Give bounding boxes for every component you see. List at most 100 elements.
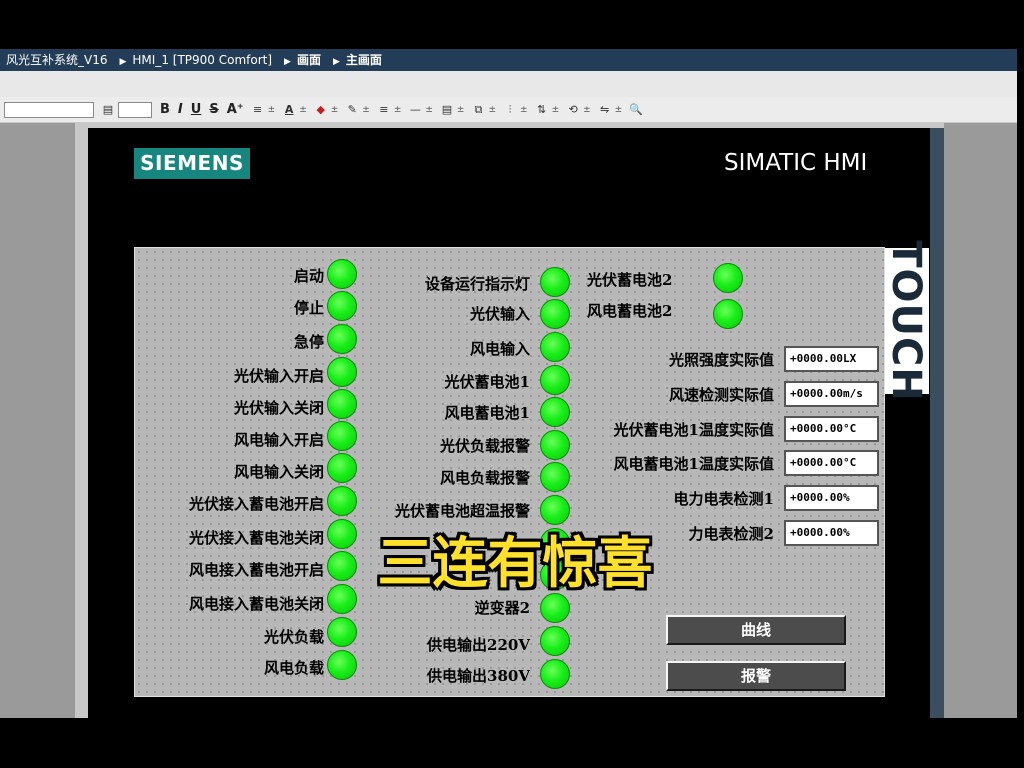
indicator-led[interactable]: [327, 259, 357, 289]
indicator-led[interactable]: [327, 650, 357, 680]
breadcrumb: 风光互补系统_V16 ▶ HMI_1 [TP900 Comfort] ▶ 画面 ▶ 主画面: [0, 49, 1017, 71]
meter2-field[interactable]: +0000.00%: [784, 520, 879, 546]
breadcrumb-main-screen[interactable]: 主画面: [346, 53, 382, 67]
label-pv-bat-overtemp: 光伏蓄电池超温报警: [394, 502, 530, 520]
indicator-led[interactable]: [540, 659, 570, 689]
distribute-icon[interactable]: ⫶: [502, 103, 518, 116]
indicator-led[interactable]: [327, 421, 357, 451]
dropdown-icon[interactable]: ±: [520, 105, 528, 115]
indicator-led[interactable]: [327, 486, 357, 516]
dropdown-icon[interactable]: ±: [488, 105, 496, 115]
label-pv-load: 光伏负载: [263, 628, 324, 646]
dropdown-icon[interactable]: ±: [615, 105, 623, 115]
siemens-logo: SIEMENS: [134, 148, 250, 179]
label-pv-in-on: 光伏输入开启: [233, 367, 324, 385]
label-wind-input: 风电输入: [469, 340, 530, 358]
indicator-led[interactable]: [540, 365, 570, 395]
font-size-up-button[interactable]: A⁺: [223, 102, 248, 117]
order-icon[interactable]: ⇅: [534, 103, 550, 116]
touch-label: TOUCH: [883, 240, 929, 402]
breadcrumb-project[interactable]: 风光互补系统_V16: [6, 53, 107, 67]
workspace-margin-left: [0, 123, 75, 718]
label-wind-bat1-temp: 风电蓄电池1温度实际值: [613, 455, 774, 473]
label-pv-bat-off: 光伏接入蓄电池关闭: [188, 529, 324, 547]
underline-button[interactable]: U: [187, 102, 206, 117]
font-list-icon[interactable]: ▤: [100, 103, 116, 116]
indicator-led[interactable]: [327, 357, 357, 387]
pen-color-icon[interactable]: ✎: [344, 103, 360, 116]
dropdown-icon[interactable]: ±: [425, 105, 433, 115]
dropdown-icon[interactable]: ±: [362, 105, 370, 115]
hmi-main-screen[interactable]: 启动 停止 急停 光伏输入开启 光伏输入关闭 风电输入开启 风电输入关闭 光伏接…: [134, 247, 885, 697]
label-pv-bat-on: 光伏接入蓄电池开启: [188, 495, 324, 513]
wind-bat1-temp-field[interactable]: +0000.00°C: [784, 450, 879, 476]
device-edge: [930, 128, 944, 718]
indicator-led[interactable]: [327, 389, 357, 419]
line-style-icon[interactable]: ≡: [376, 103, 392, 116]
breadcrumb-arrow-icon: ▶: [332, 57, 340, 67]
label-wind-battery1: 风电蓄电池1: [444, 404, 530, 422]
label-wind-load-alarm: 风电负载报警: [439, 469, 530, 487]
breadcrumb-arrow-icon: ▶: [119, 57, 127, 67]
breadcrumb-device[interactable]: HMI_1 [TP900 Comfort]: [132, 53, 272, 67]
overlay-caption: 三连有惊喜: [377, 531, 653, 595]
label-pv-in-off: 光伏输入关闭: [233, 399, 324, 417]
strikethrough-button[interactable]: S: [205, 102, 222, 117]
font-size-select[interactable]: [118, 101, 152, 118]
dropdown-icon[interactable]: ±: [552, 105, 560, 115]
zoom-icon[interactable]: 🔍: [628, 103, 644, 116]
indicator-led[interactable]: [540, 430, 570, 460]
group-icon[interactable]: ⧉: [470, 103, 486, 116]
label-wind-in-on: 风电输入开启: [233, 431, 324, 449]
dropdown-icon[interactable]: ±: [583, 105, 591, 115]
label-pv-battery1: 光伏蓄电池1: [444, 373, 530, 391]
indicator-led[interactable]: [540, 299, 570, 329]
indicator-led[interactable]: [540, 332, 570, 362]
label-wind-load: 风电负载: [263, 659, 324, 677]
indicator-led[interactable]: [713, 299, 743, 329]
dropdown-icon[interactable]: ±: [268, 105, 276, 115]
label-pv-bat1-temp: 光伏蓄电池1温度实际值: [613, 421, 774, 439]
label-estop: 急停: [293, 333, 324, 351]
align-icon[interactable]: ≡: [250, 103, 266, 116]
fill-color-icon[interactable]: ◆: [313, 103, 329, 116]
label-out-220v: 供电输出220V: [427, 636, 530, 654]
light-intensity-field[interactable]: +0000.00LX: [784, 346, 879, 372]
breadcrumb-arrow-icon: ▶: [284, 57, 291, 67]
label-wind-battery2: 风电蓄电池2: [587, 302, 673, 320]
indicator-led[interactable]: [327, 291, 357, 321]
editor-strip: [0, 71, 1017, 97]
alarm-button[interactable]: 报警: [666, 661, 846, 691]
font-family-select[interactable]: [4, 101, 94, 118]
wind-speed-field[interactable]: +0000.00m/s: [784, 381, 879, 407]
indicator-led[interactable]: [540, 462, 570, 492]
indicator-led[interactable]: [327, 617, 357, 647]
meter1-field[interactable]: +0000.00%: [784, 485, 879, 511]
dropdown-icon[interactable]: ±: [457, 105, 465, 115]
format-toolbar: ▤ B I U S A⁺ ≡ ± A ± ◆ ± ✎ ± ≡ ± — ± ▤ ± ⧉ ± ⫶ ± …: [0, 97, 1017, 123]
rotate-icon[interactable]: ⟲: [565, 103, 581, 116]
italic-button[interactable]: I: [174, 102, 187, 117]
label-light-intensity: 光照强度实际值: [668, 351, 774, 369]
indicator-led[interactable]: [713, 263, 743, 293]
dropdown-icon[interactable]: ±: [394, 105, 402, 115]
touch-text: TOUCH: [883, 240, 929, 402]
indicator-led[interactable]: [327, 324, 357, 354]
flip-icon[interactable]: ⇋: [597, 103, 613, 116]
indicator-led[interactable]: [540, 397, 570, 427]
breadcrumb-screens[interactable]: 画面: [297, 53, 321, 67]
layers-icon[interactable]: ▤: [439, 103, 455, 116]
indicator-led[interactable]: [540, 626, 570, 656]
indicator-led[interactable]: [327, 453, 357, 483]
indicator-led[interactable]: [540, 267, 570, 297]
label-meter1: 电力电表检测1: [673, 490, 774, 508]
dropdown-icon[interactable]: ±: [331, 105, 339, 115]
curve-button[interactable]: 曲线: [666, 615, 846, 645]
label-pv-battery2: 光伏蓄电池2: [587, 271, 673, 289]
dropdown-icon[interactable]: ±: [299, 105, 307, 115]
line-width-icon[interactable]: —: [407, 103, 423, 116]
font-color-icon[interactable]: A: [281, 103, 297, 116]
bold-button[interactable]: B: [156, 102, 174, 117]
indicator-led[interactable]: [540, 495, 570, 525]
pv-bat1-temp-field[interactable]: +0000.00°C: [784, 416, 879, 442]
